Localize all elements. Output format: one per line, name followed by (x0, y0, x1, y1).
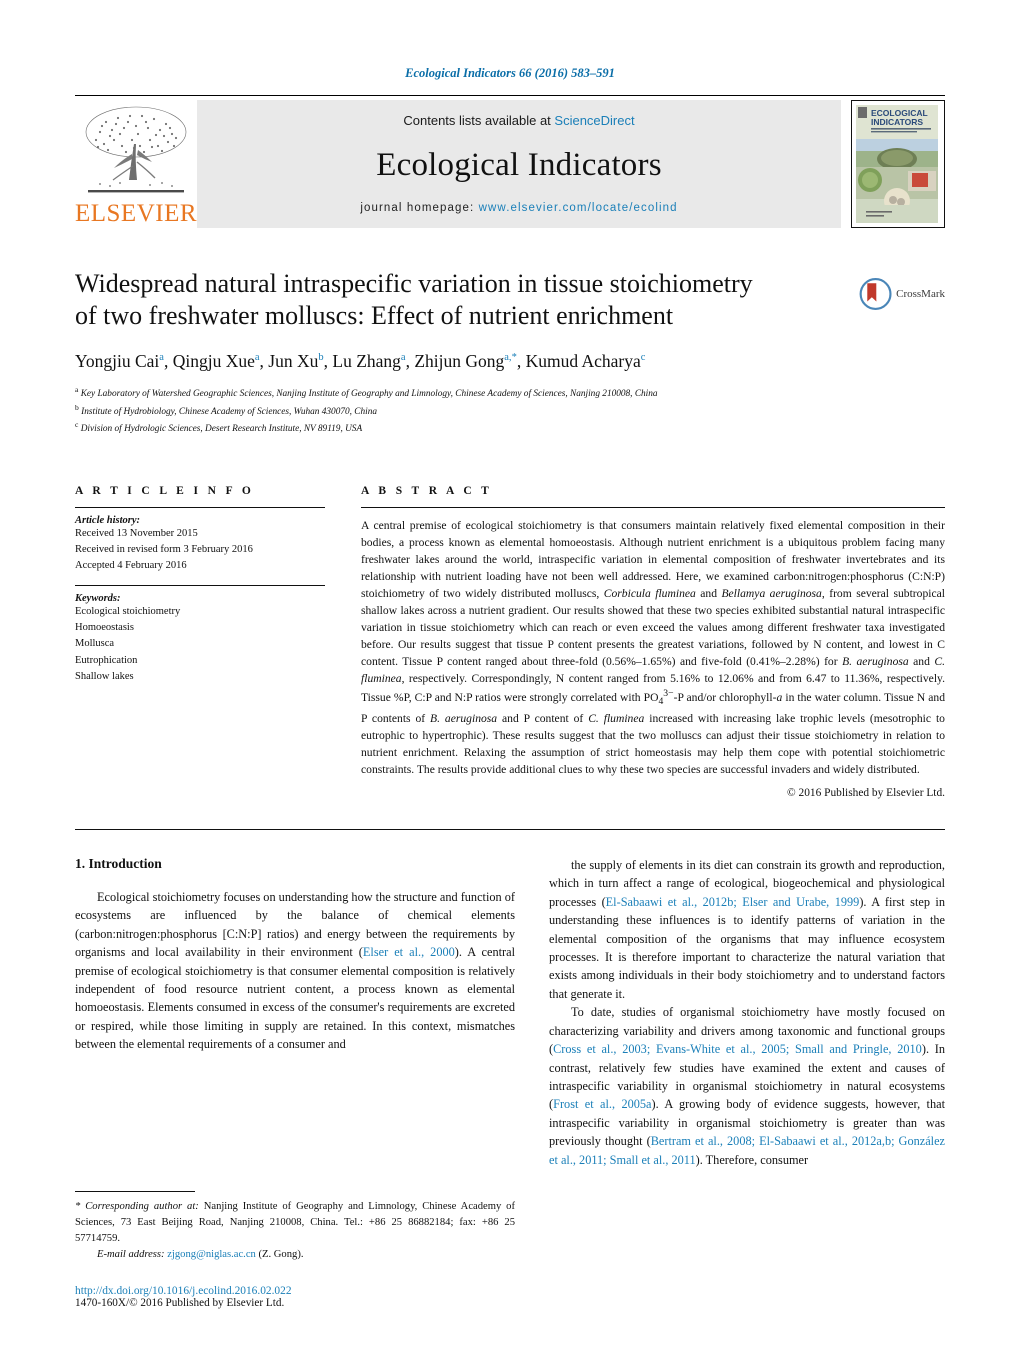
contents-prefix: Contents lists available at (403, 113, 555, 128)
abstract-copyright: © 2016 Published by Elsevier Ltd. (787, 786, 945, 799)
footnote-region: * Corresponding author at: Nanjing Insti… (75, 1191, 515, 1309)
article-history-label: Article history: (75, 514, 141, 526)
keyword-item: Ecological stoichiometry (75, 605, 181, 617)
corresponding-author-note: * Corresponding author at: Nanjing Insti… (75, 1201, 516, 1245)
affiliation-b: b Institute of Hydrobiology, Chinese Aca… (75, 402, 945, 420)
body-region: 1. Introduction Ecological stoichiometry… (75, 828, 945, 1169)
email-suffix: (Z. Gong). (258, 1249, 304, 1261)
homepage-prefix: journal homepage: (360, 202, 479, 214)
crossmark-badge[interactable]: CrossMark (859, 272, 945, 316)
doi-link[interactable]: http://dx.doi.org/10.1016/j.ecolind.2016… (75, 1285, 515, 1297)
history-received: Received 13 November 2015 (75, 527, 198, 539)
body-paragraph: the supply of elements in its diet can c… (549, 857, 945, 1001)
svg-text:INDICATORS: INDICATORS (871, 117, 923, 127)
affiliation-c: c Division of Hydrologic Sciences, Deser… (75, 419, 945, 437)
body-column-left: 1. Introduction Ecological stoichiometry… (75, 856, 515, 1169)
keyword-item: Mollusca (75, 638, 115, 650)
article-first-page: Ecological Indicators 66 (2016) 583–591 (0, 0, 1020, 1351)
affiliation-text-a: Key Laboratory of Watershed Geographic S… (80, 389, 658, 400)
cover-artwork-icon: ECOLOGICAL INDICATORS (852, 101, 942, 227)
banner-center: Contents lists available at ScienceDirec… (197, 100, 841, 228)
info-abstract-region: A R T I C L E I N F O Article history: R… (75, 485, 945, 799)
keywords-group: Keywords: Ecological stoichiometry Homoe… (75, 586, 325, 695)
affiliation-marker-a: a (75, 385, 79, 395)
sciencedirect-link[interactable]: ScienceDirect (554, 113, 634, 128)
running-head: Ecological Indicators 66 (2016) 583–591 (405, 66, 615, 80)
abstract-heading: A B S T R A C T (361, 484, 493, 497)
history-revised: Received in revised form 3 February 2016 (75, 544, 253, 556)
body-paragraph: Ecological stoichiometry focuses on unde… (75, 889, 515, 1052)
affiliation-text-b: Institute of Hydrobiology, Chinese Acade… (81, 407, 378, 418)
homepage-url-link[interactable]: www.elsevier.com/locate/ecolind (479, 202, 678, 214)
email-note: E-mail address: zjgong@niglas.ac.cn (Z. … (75, 1247, 515, 1263)
abstract-text: A central premise of ecological stoichio… (361, 518, 946, 776)
journal-cover-thumbnail[interactable]: ECOLOGICAL INDICATORS (851, 100, 945, 228)
section-heading-introduction: 1. Introduction (75, 855, 162, 871)
page-title: Widespread natural intraspecific variati… (75, 269, 753, 330)
affiliation-marker-b: b (75, 402, 79, 412)
elsevier-wordmark: ELSEVIER (74, 200, 198, 227)
issn-copyright-line: 1470-160X/© 2016 Published by Elsevier L… (75, 1297, 285, 1309)
affiliation-list: a Key Laboratory of Watershed Geographic… (75, 384, 945, 437)
journal-title: Ecological Indicators (376, 146, 662, 183)
crossmark-icon (859, 278, 892, 310)
elsevier-logo: ELSEVIER (75, 100, 197, 228)
footnote-rule (75, 1191, 195, 1193)
body-column-right: the supply of elements in its diet can c… (549, 856, 945, 1169)
crossmark-label: CrossMark (896, 288, 945, 300)
keyword-item: Homoeostasis (75, 622, 134, 633)
email-label: E-mail address: (97, 1249, 165, 1261)
keywords-label: Keywords: (75, 592, 121, 604)
affiliation-a: a Key Laboratory of Watershed Geographic… (75, 384, 945, 402)
homepage-line: journal homepage: www.elsevier.com/locat… (360, 202, 677, 214)
affiliation-marker-c: c (75, 420, 79, 430)
email-link[interactable]: zjgong@niglas.ac.cn (167, 1249, 256, 1260)
keyword-item: Shallow lakes (75, 670, 134, 682)
abstract-column: A B S T R A C T A central premise of eco… (361, 485, 945, 799)
article-info-heading: A R T I C L E I N F O (75, 484, 255, 497)
elsevier-tree-icon (85, 106, 187, 193)
affiliation-text-c: Division of Hydrologic Sciences, Desert … (80, 424, 363, 435)
author-list: Yongjiu Caia, Qingju Xuea, Jun Xub, Lu Z… (75, 351, 646, 372)
keyword-item: Eutrophication (75, 654, 138, 666)
title-block: Widespread natural intraspecific variati… (75, 268, 945, 437)
article-history-group: Article history: Received 13 November 20… (75, 508, 325, 585)
history-accepted: Accepted 4 February 2016 (75, 560, 187, 572)
journal-banner: ELSEVIER Contents lists available at Sci… (75, 95, 945, 228)
banner-top-rule (75, 95, 945, 96)
contents-line: Contents lists available at ScienceDirec… (403, 113, 634, 128)
article-info-column: A R T I C L E I N F O Article history: R… (75, 485, 325, 799)
body-paragraph: To date, studies of organismal stoichiom… (549, 1005, 945, 1167)
